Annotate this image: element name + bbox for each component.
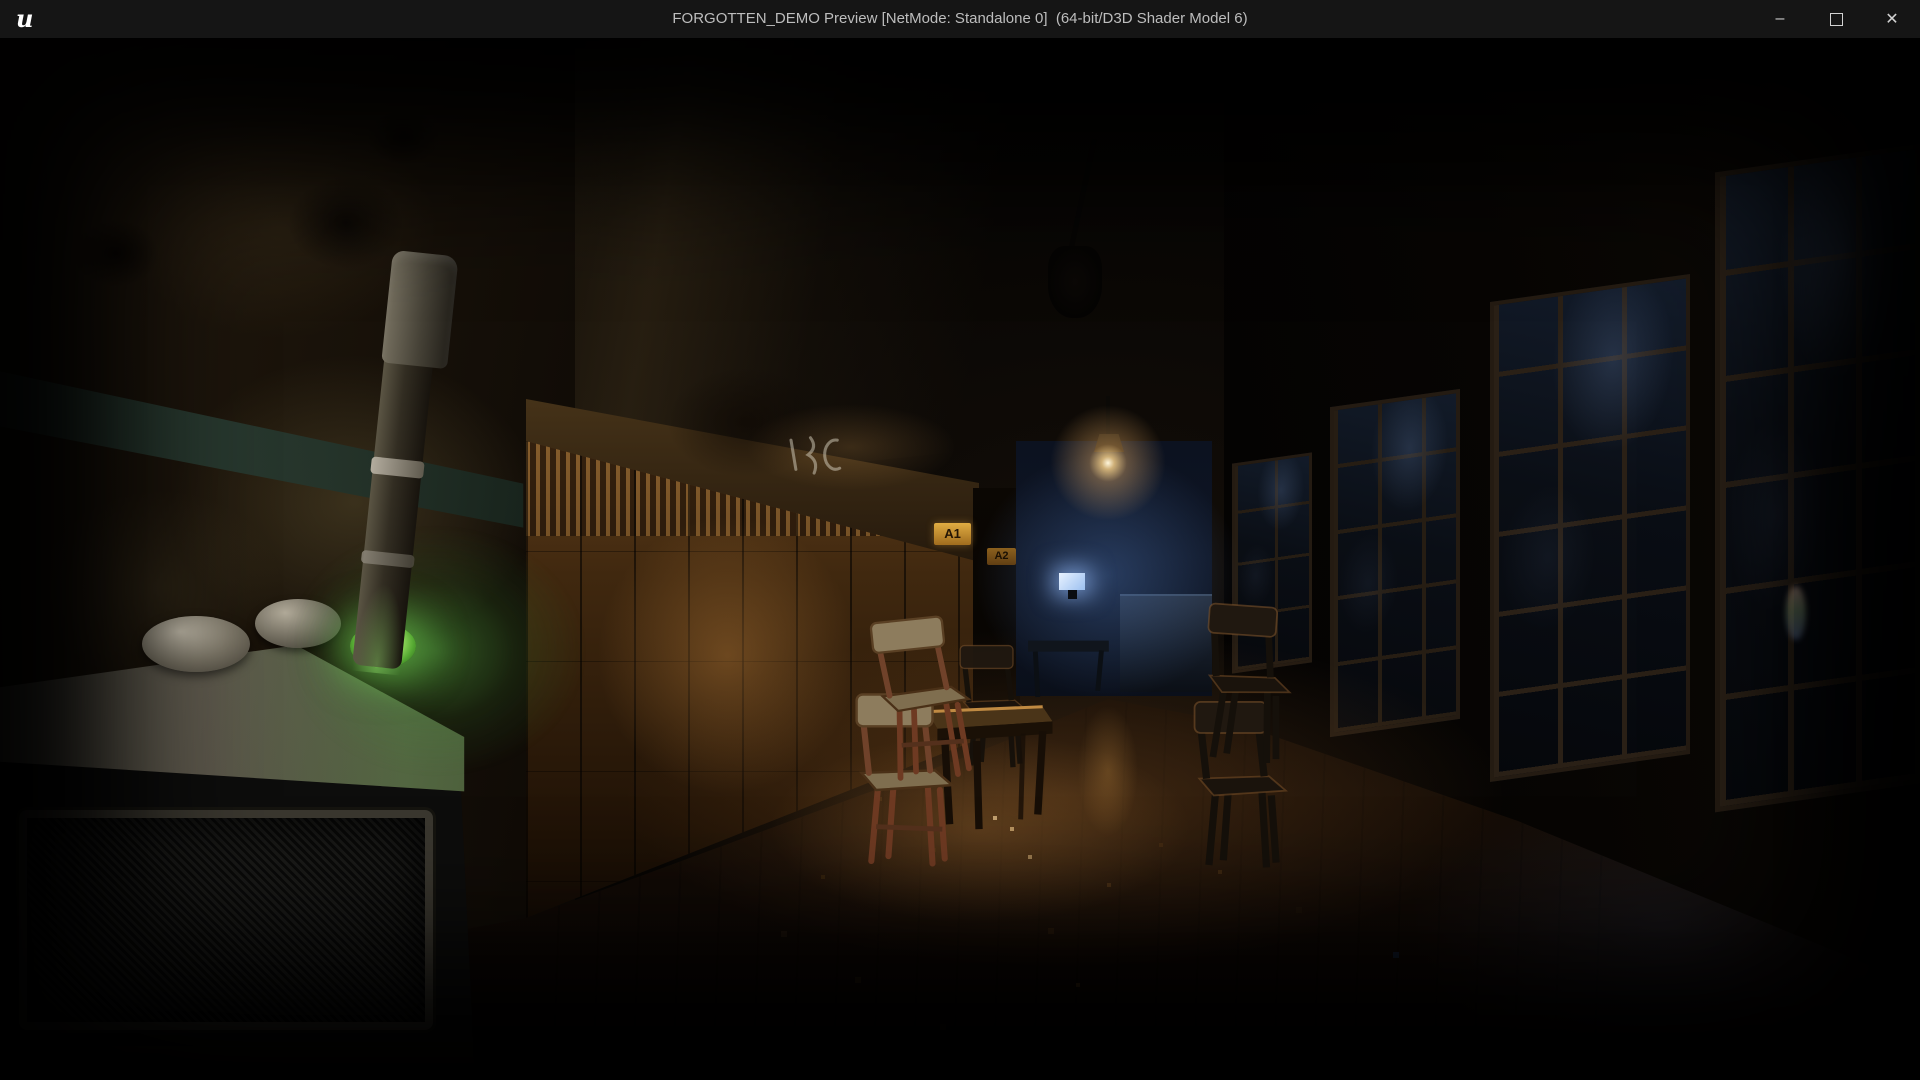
close-button[interactable]: ✕ — [1864, 0, 1920, 38]
lockers — [526, 441, 973, 918]
paint-band — [0, 367, 575, 587]
locker-light-patch — [598, 517, 857, 794]
wall-graffiti — [781, 428, 857, 484]
plaster-highlight — [120, 118, 438, 338]
far-desk — [1028, 641, 1109, 697]
unreal-logo-icon: u — [16, 4, 33, 34]
hall-end-glow — [924, 403, 1292, 747]
device-base — [0, 1046, 475, 1080]
far-chair-silhouette — [960, 646, 1027, 768]
radio-device-body — [0, 726, 475, 1080]
wall-stain — [747, 404, 955, 490]
hanging-lamp — [1094, 434, 1124, 452]
window-controls: – ✕ — [1752, 0, 1920, 38]
minimize-icon: – — [1776, 10, 1785, 28]
window-bay — [1715, 144, 1920, 813]
wall-stain — [667, 367, 826, 477]
maximize-icon — [1830, 13, 1843, 26]
green-lamp — [350, 624, 416, 668]
speaker-grille — [19, 810, 433, 1030]
floor-light-pool — [770, 733, 1190, 923]
floor — [0, 38, 1920, 1080]
room-sign-a2: A2 — [987, 548, 1016, 565]
right-wall — [1224, 38, 1920, 1080]
app-window: u FORGOTTEN_DEMO Preview [NetMode: Stand… — [0, 0, 1920, 1080]
window-floor-reflection — [1408, 773, 1920, 1073]
close-icon: ✕ — [1885, 9, 1898, 29]
game-viewport[interactable]: A1 A2 — [0, 38, 1920, 1080]
right-chair-stack — [1195, 603, 1296, 867]
metal-cap — [255, 599, 341, 648]
maximize-button[interactable] — [1808, 0, 1864, 38]
plaster-highlight — [171, 355, 538, 649]
left-wall — [0, 38, 575, 1066]
window-title: FORGOTTEN_DEMO Preview [NetMode: Standal… — [672, 0, 1247, 38]
glowing-screen — [1059, 573, 1085, 590]
locker-panel-lines — [526, 441, 973, 918]
moonlight-sheen — [1494, 279, 1686, 778]
vignette — [0, 38, 1920, 1080]
device-top-slab — [0, 635, 479, 805]
stacked-chairs — [857, 614, 977, 863]
minimize-button[interactable]: – — [1752, 0, 1808, 38]
pipe-grip — [381, 250, 458, 369]
green-light-spill — [0, 635, 479, 805]
wall-above-lockers — [526, 399, 979, 599]
ceiling-fixture-silhouette — [1068, 139, 1097, 253]
leaning-pipe — [352, 345, 434, 669]
title-bar[interactable]: u FORGOTTEN_DEMO Preview [NetMode: Stand… — [0, 0, 1920, 39]
pipe-green-glow — [352, 581, 410, 676]
dark-doorway — [973, 488, 1020, 708]
wall-light-beam — [0, 49, 710, 612]
ceiling-light-beam — [123, 38, 1248, 534]
cabinet-silhouette — [1120, 594, 1212, 692]
room-sign-a1: A1 — [934, 523, 971, 545]
green-lamp-glow — [286, 526, 586, 776]
peeling-paint — [288, 177, 404, 269]
metal-cap — [142, 616, 250, 672]
moonlight-sheen — [1235, 456, 1309, 670]
lens-glint — [1786, 586, 1806, 640]
furniture-group — [734, 528, 1322, 932]
window-bay — [1490, 274, 1690, 782]
peeling-paint — [367, 110, 440, 165]
lamp-floor-reflection — [1078, 706, 1138, 836]
moonlight-sheen — [1334, 393, 1456, 732]
ceiling-fixture-silhouette — [1048, 246, 1102, 318]
hallway-ambient — [0, 38, 1920, 1080]
locker-vents — [526, 441, 973, 536]
window-bay — [1330, 389, 1460, 737]
pipe-band — [361, 550, 415, 568]
plaster-highlight — [37, 490, 282, 686]
floorboards — [526, 678, 1626, 1080]
window-bay — [1232, 452, 1312, 673]
peeling-paint — [73, 220, 159, 287]
school-table — [928, 707, 1053, 829]
screen-stand — [1068, 590, 1077, 599]
hanging-lamp-rod — [1106, 396, 1110, 436]
pipe-band — [370, 456, 424, 478]
moonlight-sheen — [1720, 149, 1915, 806]
locker-door-seams — [526, 441, 973, 918]
floor-light-pool — [625, 628, 1505, 968]
hall-end-wall — [1016, 441, 1212, 696]
lamp-glow — [1034, 389, 1182, 537]
